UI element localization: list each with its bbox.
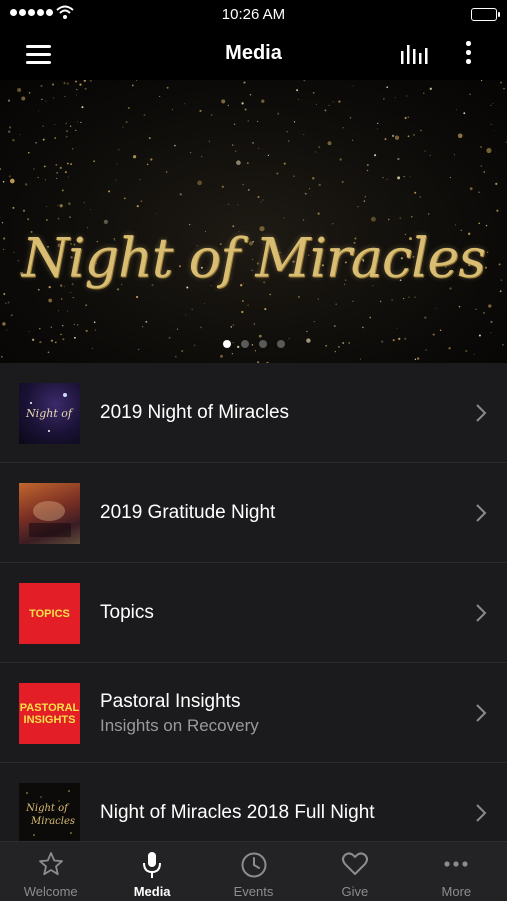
- item-title: Topics: [100, 602, 154, 623]
- thumbnail-image: Night of Miracles: [19, 783, 80, 844]
- item-title: Pastoral Insights: [100, 690, 241, 712]
- ellipsis-icon: [444, 861, 468, 867]
- more-options-button[interactable]: [458, 38, 478, 68]
- tab-bar: Welcome Media Events Give More: [0, 841, 507, 901]
- carousel-dot[interactable]: [240, 340, 249, 348]
- chevron-right-icon: [476, 704, 487, 722]
- heart-icon: [341, 852, 368, 875]
- item-title: 2019 Night of Miracles: [100, 402, 290, 423]
- tab-media[interactable]: Media: [101, 842, 202, 901]
- chevron-right-icon: [476, 504, 487, 522]
- carousel-dot[interactable]: [222, 340, 231, 348]
- thumbnail-image: Night of: [19, 383, 80, 444]
- featured-banner[interactable]: Night of Miracles: [0, 80, 507, 363]
- navigation-bar: Media: [0, 28, 507, 80]
- star-icon: [38, 852, 63, 876]
- list-item-2019-gratitude-night[interactable]: 2019 Gratitude Night: [0, 463, 507, 563]
- media-list: Night of 2019 Night of Miracles 2019 Gra…: [0, 363, 507, 863]
- banner-title: Night of Miracles: [21, 226, 486, 290]
- status-bar: 10:26 AM: [0, 0, 507, 28]
- thumbnail-image: PASTORAL INSIGHTS: [19, 683, 80, 744]
- carousel-dot[interactable]: [258, 340, 267, 348]
- status-time: 10:26 AM: [221, 6, 286, 23]
- item-title: Night of Miracles 2018 Full Night: [100, 802, 375, 823]
- item-title: 2019 Gratitude Night: [100, 502, 276, 523]
- clock-icon: [241, 852, 267, 878]
- equalizer-icon[interactable]: [398, 42, 432, 66]
- carousel-dot[interactable]: [276, 340, 285, 348]
- chevron-right-icon: [476, 404, 487, 422]
- svg-text:Miracles: Miracles: [30, 816, 75, 827]
- chevron-right-icon: [476, 804, 487, 822]
- tab-more[interactable]: More: [406, 842, 507, 901]
- carousel-page-indicator: [0, 335, 507, 353]
- microphone-icon: [143, 852, 162, 878]
- tab-welcome[interactable]: Welcome: [0, 842, 101, 901]
- svg-text:Night of: Night of: [25, 803, 70, 814]
- item-subtitle: Insights on Recovery: [100, 715, 259, 735]
- list-item-topics[interactable]: TOPICS Topics: [0, 563, 507, 663]
- tab-events[interactable]: Events: [203, 842, 304, 901]
- battery-icon: [471, 8, 500, 21]
- list-item-2019-night-of-miracles[interactable]: Night of 2019 Night of Miracles: [0, 363, 507, 463]
- svg-text:Night of: Night of: [25, 407, 74, 420]
- tab-give[interactable]: Give: [304, 842, 405, 901]
- list-item-pastoral-insights[interactable]: PASTORAL INSIGHTS Pastoral Insights Insig…: [0, 663, 507, 763]
- thumbnail-image: TOPICS: [19, 583, 80, 644]
- sparkle-background: [0, 80, 507, 363]
- chevron-right-icon: [476, 604, 487, 622]
- thumbnail-image: [19, 483, 80, 544]
